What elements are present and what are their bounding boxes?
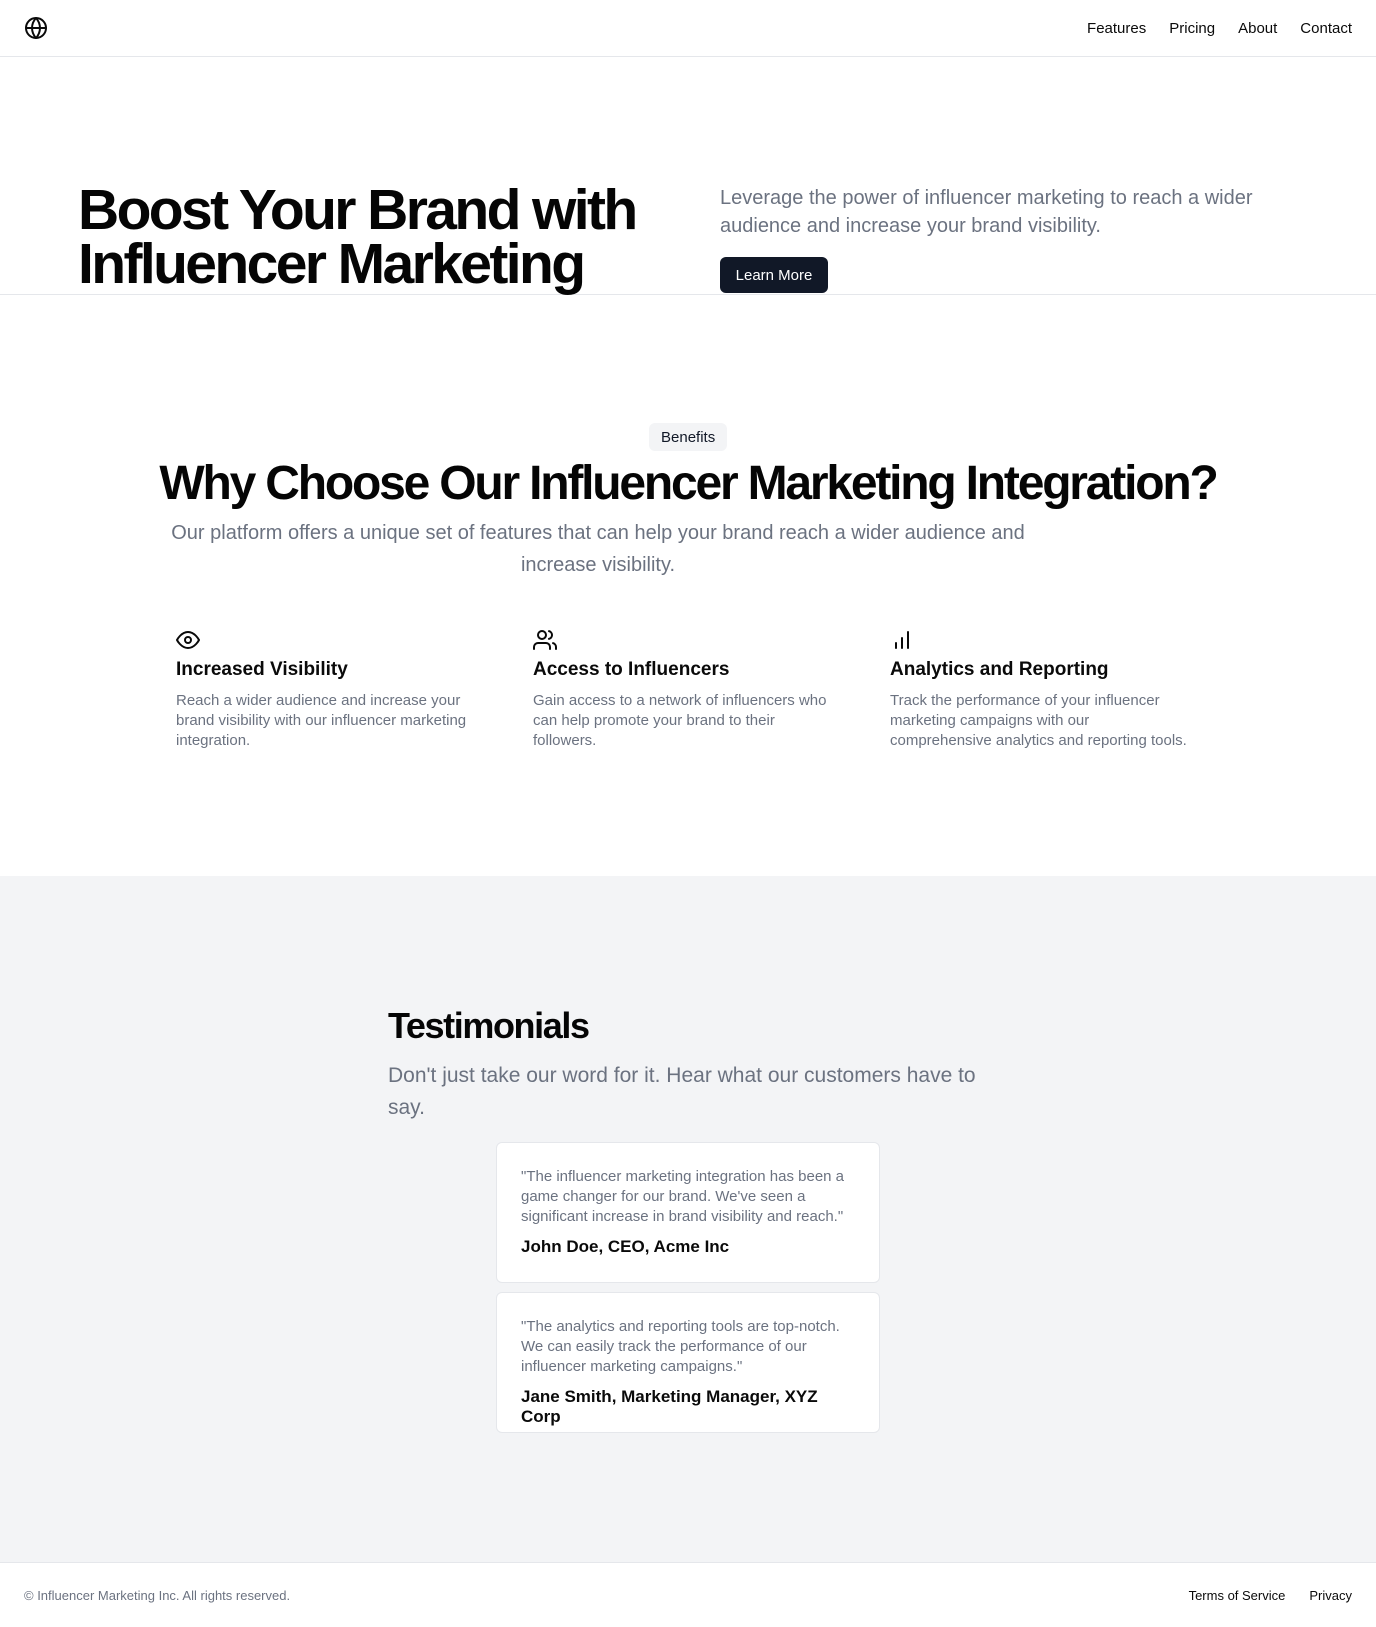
feature-title: Analytics and Reporting — [890, 659, 1109, 680]
feature-item: Access to Influencers Gain access to a n… — [533, 628, 890, 751]
terms-link[interactable]: Terms of Service — [1189, 1588, 1286, 1603]
testimonial-list: "The influencer marketing integration ha… — [496, 1142, 880, 1442]
feature-title: Access to Influencers — [533, 659, 730, 680]
site-footer: © Influencer Marketing Inc. All rights r… — [0, 1562, 1376, 1627]
feature-text: Reach a wider audience and increase your… — [176, 692, 467, 749]
benefits-section: Benefits Why Choose Our Influencer Marke… — [0, 295, 1376, 876]
nav-link-about[interactable]: About — [1238, 20, 1277, 37]
feature-item: Increased Visibility Reach a wider audie… — [176, 628, 533, 751]
testimonial-card: "The influencer marketing integration ha… — [496, 1142, 880, 1283]
testimonials-subtitle: Don't just take our word for it. Hear wh… — [388, 1064, 976, 1119]
testimonials-title: Testimonials — [388, 1005, 590, 1046]
privacy-link[interactable]: Privacy — [1309, 1588, 1352, 1603]
feature-text: Track the performance of your influencer… — [890, 692, 1187, 749]
bar-chart-icon — [890, 628, 914, 652]
nav-link-contact[interactable]: Contact — [1300, 20, 1352, 37]
testimonial-author: Jane Smith, Marketing Manager, XYZ Corp — [521, 1387, 818, 1426]
footer-links: Terms of Service Privacy — [1189, 1588, 1352, 1603]
feature-item: Analytics and Reporting Track the perfor… — [890, 628, 1247, 751]
learn-more-button[interactable]: Learn More — [720, 257, 828, 293]
feature-title: Increased Visibility — [176, 659, 348, 680]
testimonial-quote: "The analytics and reporting tools are t… — [521, 1318, 840, 1375]
site-header: Features Pricing About Contact — [0, 0, 1376, 57]
users-icon — [533, 628, 557, 652]
benefits-subtitle: Our platform offers a unique set of feat… — [171, 522, 1025, 576]
feature-text: Gain access to a network of influencers … — [533, 692, 827, 749]
nav-link-pricing[interactable]: Pricing — [1169, 20, 1215, 37]
testimonial-card: "The analytics and reporting tools are t… — [496, 1292, 880, 1433]
testimonial-quote: "The influencer marketing integration ha… — [521, 1168, 845, 1225]
globe-icon[interactable] — [24, 16, 48, 40]
nav-link-features[interactable]: Features — [1087, 20, 1146, 37]
testimonial-author: John Doe, CEO, Acme Inc — [521, 1237, 730, 1256]
main-nav: Features Pricing About Contact — [1087, 20, 1352, 37]
copyright-text: © Influencer Marketing Inc. All rights r… — [24, 1587, 291, 1603]
testimonials-section: Testimonials Don't just take our word fo… — [0, 876, 1376, 1562]
feature-list: Increased Visibility Reach a wider audie… — [176, 628, 1276, 751]
hero-section: Boost Your Brand with Influencer Marketi… — [0, 57, 1376, 295]
benefits-badge: Benefits — [649, 423, 728, 451]
hero-subtitle: Leverage the power of influencer marketi… — [720, 187, 1253, 237]
hero-title: Boost Your Brand with Influencer Marketi… — [78, 178, 638, 296]
benefits-title: Why Choose Our Influencer Marketing Inte… — [159, 457, 1218, 510]
eye-icon — [176, 628, 200, 652]
